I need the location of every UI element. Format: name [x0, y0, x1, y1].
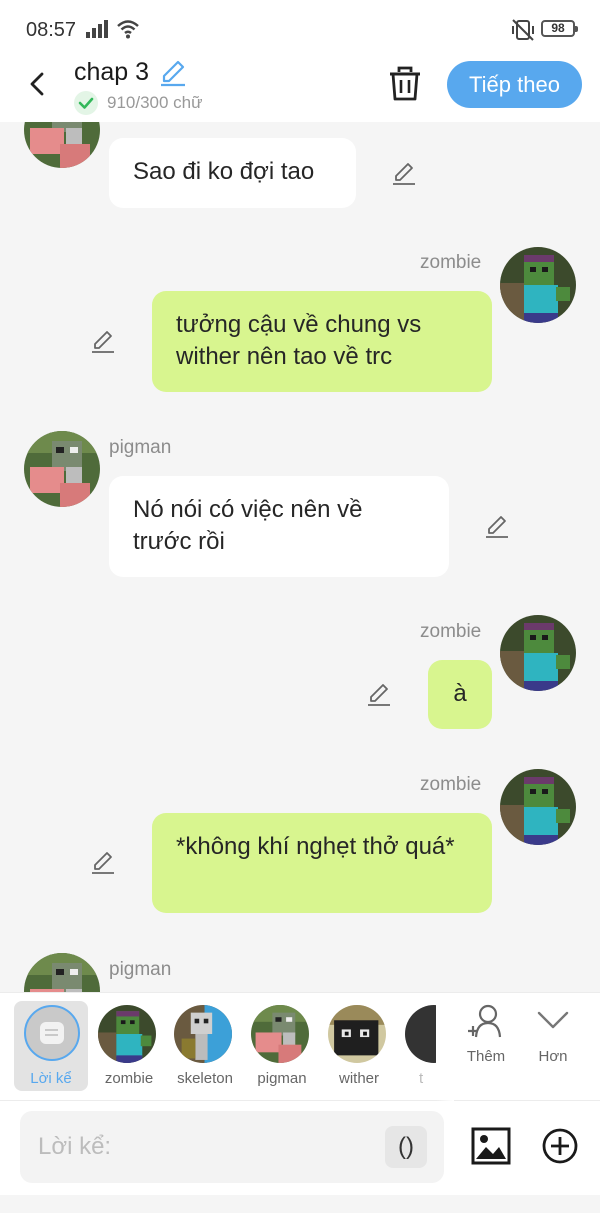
mute-icon: [512, 19, 534, 41]
pencil-icon[interactable]: [366, 681, 392, 707]
avatar: [174, 1005, 232, 1063]
message-text: Nó nói có việc nên về trước rồi: [133, 496, 363, 555]
more-button[interactable]: Hơn: [523, 1003, 583, 1065]
message-text: Sao đi ko đợi tao: [133, 158, 315, 185]
message-bubble[interactable]: Nó nói có việc nên về trước rồi: [109, 476, 449, 577]
speaker-name: pigman: [109, 437, 172, 458]
back-arrow-icon[interactable]: [24, 70, 52, 98]
check-icon: [74, 91, 98, 115]
speaker-name: zombie: [420, 252, 482, 273]
pencil-icon[interactable]: [90, 849, 116, 875]
message-bubble[interactable]: tưởng cậu về chung vs wither nên tao về …: [152, 291, 492, 392]
avatar: [328, 1005, 386, 1063]
speaker-name: zombie: [420, 774, 482, 795]
character-pigman[interactable]: pigman: [245, 1001, 319, 1091]
add-label: Thêm: [466, 1048, 506, 1065]
narrator-label: Lời kể: [30, 1070, 72, 1087]
avatar-zombie[interactable]: [500, 769, 576, 845]
character-wither[interactable]: wither: [322, 1001, 396, 1091]
avatar-zombie[interactable]: [500, 615, 576, 691]
character-label: t: [419, 1070, 424, 1087]
more-label: Hơn: [538, 1048, 568, 1065]
message-bubble[interactable]: à: [428, 660, 492, 729]
avatar: [251, 1005, 309, 1063]
narration-input[interactable]: [20, 1111, 444, 1183]
avatar-zombie[interactable]: [500, 247, 576, 323]
message-bubble[interactable]: *không khí nghẹt thở quá*: [152, 813, 492, 913]
narration-icon: [24, 1005, 80, 1061]
pencil-icon[interactable]: [391, 160, 417, 186]
character-partial[interactable]: t: [399, 1001, 436, 1091]
message-text: tưởng cậu về chung vs wither nên tao về …: [176, 311, 422, 370]
narrator-option[interactable]: Lời kể: [14, 1001, 88, 1091]
chat-area[interactable]: Sao đi ko đợi tao zombie tưởng cậu về ch…: [0, 122, 600, 992]
speaker-name: zombie: [420, 621, 482, 642]
image-icon[interactable]: [471, 1127, 511, 1165]
message-text: à: [453, 680, 467, 707]
word-count: 910/300 chữ: [107, 93, 203, 112]
plus-circle-icon[interactable]: [541, 1127, 579, 1165]
character-bar: Lời kể zombie skeleton pigman wither t T…: [0, 992, 600, 1101]
bottom-spacer: [0, 1195, 600, 1213]
battery-icon: 98: [541, 20, 578, 37]
speaker-name: pigman: [109, 959, 172, 980]
avatar: [405, 1005, 436, 1063]
pencil-icon[interactable]: [484, 513, 510, 539]
avatar: [98, 1005, 156, 1063]
status-bar: 08:57 98: [0, 0, 600, 56]
signal-icon: [86, 20, 108, 38]
message-text: *không khí nghẹt thở quá*: [176, 833, 455, 860]
pencil-icon[interactable]: [158, 59, 188, 87]
next-button[interactable]: Tiếp theo: [447, 61, 582, 108]
parentheses-button[interactable]: (): [385, 1126, 427, 1168]
message-bubble[interactable]: Sao đi ko đợi tao: [109, 138, 356, 208]
status-time: 08:57: [26, 19, 77, 41]
character-zombie[interactable]: zombie: [92, 1001, 166, 1091]
input-bar: (): [0, 1101, 600, 1195]
character-label: wither: [338, 1070, 379, 1087]
header: chap 3 910/300 chữ Tiếp theo: [0, 56, 600, 122]
add-character-button[interactable]: Thêm: [456, 1003, 516, 1065]
avatar-pigman[interactable]: [24, 122, 100, 168]
character-skeleton[interactable]: skeleton: [168, 1001, 242, 1091]
avatar-pigman[interactable]: [24, 431, 100, 507]
avatar-pigman[interactable]: [24, 953, 100, 992]
add-person-icon: [468, 1004, 502, 1038]
battery-level: 98: [551, 21, 565, 35]
wifi-icon: [117, 20, 139, 39]
pencil-icon[interactable]: [90, 328, 116, 354]
trash-icon[interactable]: [388, 66, 422, 102]
page-title: chap 3: [74, 58, 150, 86]
chevron-down-icon: [537, 1011, 569, 1029]
fade-edge: [436, 993, 454, 1101]
